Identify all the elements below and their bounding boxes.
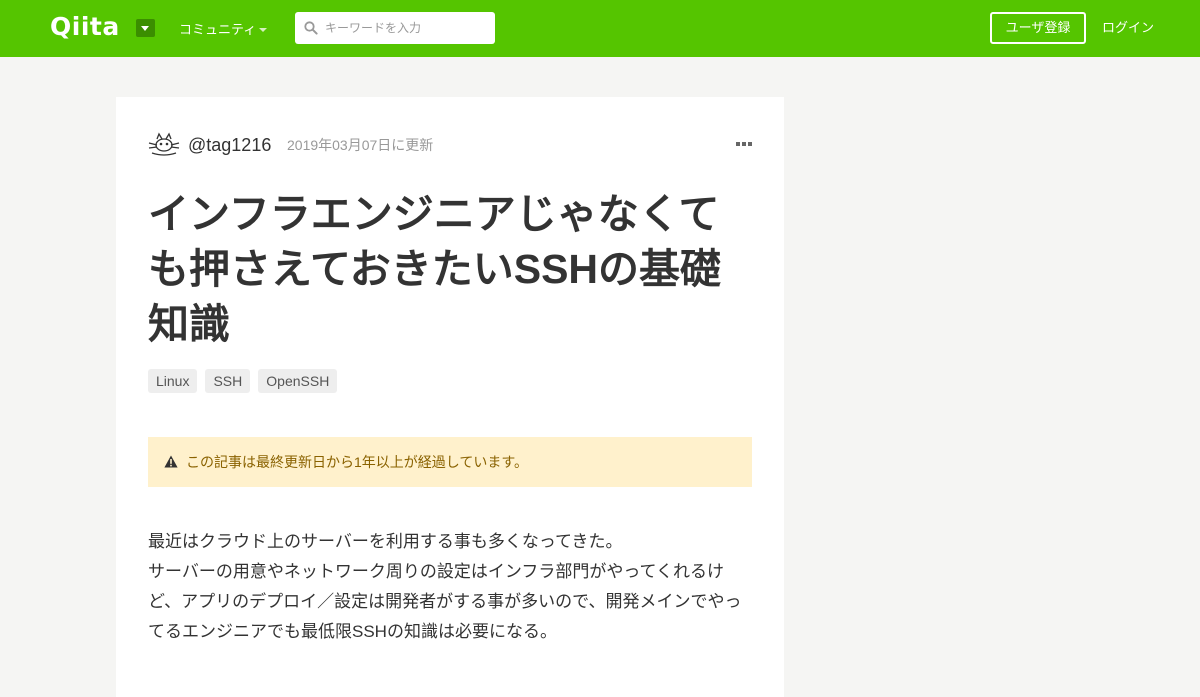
author-username[interactable]: @tag1216: [188, 134, 271, 156]
body-paragraph: 最近はクラウド上のサーバーを利用する事も多くなってきた。: [148, 532, 623, 551]
body-paragraph: サーバーの用意やネットワーク周りの設定はインフラ部門がやってくれるけど、アプリの…: [148, 562, 742, 641]
login-link[interactable]: ログイン: [1102, 20, 1154, 36]
qiita-logo[interactable]: Qiita: [50, 12, 120, 42]
search-icon: [304, 21, 318, 35]
search-input[interactable]: [325, 12, 490, 44]
community-caret-icon[interactable]: [259, 28, 267, 32]
article-body: 最近はクラウド上のサーバーを利用する事も多くなってきた。 サーバーの用意やネット…: [148, 527, 748, 647]
signup-button[interactable]: ユーザ登録: [990, 12, 1086, 44]
search-box: [295, 12, 495, 44]
community-menu[interactable]: コミュニティ: [179, 22, 256, 38]
warning-text: この記事は最終更新日から1年以上が経過しています。: [186, 454, 528, 470]
updated-date: 2019年03月07日に更新: [287, 137, 434, 153]
avatar[interactable]: [148, 131, 180, 157]
warning-triangle-icon: [164, 455, 178, 468]
tag-ssh[interactable]: SSH: [205, 369, 251, 393]
article-title: インフラエンジニアじゃなくても押さえておきたいSSHの基礎知識: [148, 191, 722, 347]
article-card: @tag1216 2019年03月07日に更新 インフラエンジニアじゃなくても押…: [116, 97, 784, 697]
global-header: Qiita コミュニティ ユーザ登録 ログイン: [0, 0, 1200, 57]
tag-list: Linux SSH OpenSSH: [148, 369, 338, 393]
outdated-warning: この記事は最終更新日から1年以上が経過しています。: [148, 437, 752, 487]
tag-linux[interactable]: Linux: [148, 369, 198, 393]
tag-openssh[interactable]: OpenSSH: [258, 369, 338, 393]
ellipsis-icon[interactable]: [736, 141, 752, 147]
logo-dropdown-icon[interactable]: [136, 19, 155, 37]
